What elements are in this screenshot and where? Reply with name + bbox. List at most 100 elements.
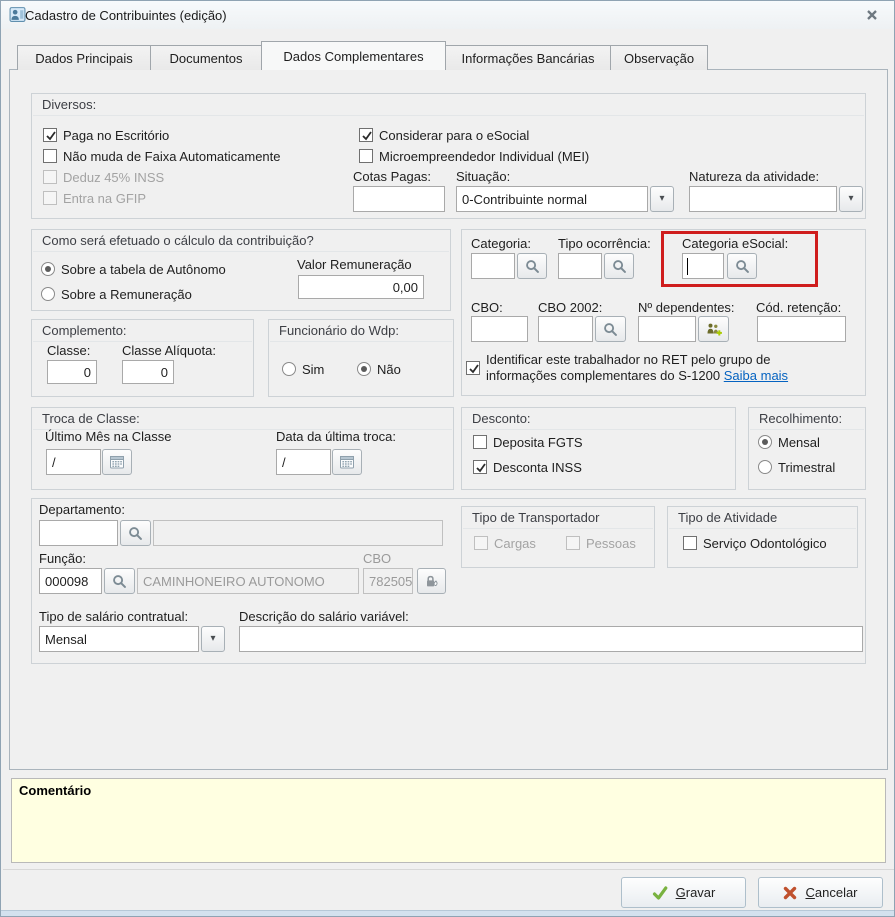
checkbox-box [466,361,480,375]
close-icon[interactable] [858,4,886,26]
checkbox-identificar-ret[interactable]: Identificar este trabalhador no RET pelo… [466,350,858,386]
group-title: Complemento: [42,323,127,338]
data-ultima-troca-calendar-button[interactable] [332,449,362,475]
group-separator [33,115,864,116]
checkbox-servico-odontologico[interactable]: Serviço Odontológico [683,535,827,551]
categoria-label: Categoria: [471,236,531,251]
radio-recolhimento-mensal[interactable]: Mensal [758,434,820,450]
checkbox-box [473,435,487,449]
radio-circle [758,435,772,449]
categoria-input[interactable] [471,253,515,279]
categoria-search-button[interactable] [517,253,547,279]
tipo-ocorrencia-input[interactable] [558,253,602,279]
title-bar: Cadastro de Contribuintes (edição) [1,1,894,29]
tab-dados-principais[interactable]: Dados Principais [17,45,151,70]
cancelar-button[interactable]: Cancelar [758,877,883,908]
desc-salario-input[interactable] [239,626,863,652]
saiba-mais-link[interactable]: Saiba mais [724,368,788,383]
radio-circle [41,287,55,301]
classe-aliquota-label: Classe Alíquota: [122,343,216,358]
checkbox-box [43,170,57,184]
checkbox-mei[interactable]: Microempreendedor Individual (MEI) [359,148,589,164]
radio-label: Sim [302,361,325,377]
dependentes-button[interactable] [698,316,729,342]
calendar-icon [110,456,124,469]
cbo-2002-search-button[interactable] [595,316,626,342]
radio-label: Sobre a tabela de Autônomo [61,261,226,277]
tipo-salario-select[interactable]: Mensal [39,626,199,652]
tab-observacao[interactable]: Observação [610,45,708,70]
natureza-atividade-select[interactable] [689,186,837,212]
departamento-input[interactable] [39,520,118,546]
radio-label: Mensal [778,434,820,450]
num-dependentes-input[interactable] [638,316,696,342]
comentario-area[interactable]: Comentário [11,778,886,863]
window-bottom-strip [1,910,894,916]
natureza-dropdown-button[interactable]: ▾ [839,186,863,212]
ultimo-mes-input[interactable]: / [46,449,101,475]
checkbox-considerar-esocial[interactable]: Considerar para o eSocial [359,127,529,143]
data-ultima-troca-input[interactable]: / [276,449,331,475]
situacao-dropdown-button[interactable]: ▾ [650,186,674,212]
tipo-ocorrencia-search-button[interactable] [604,253,634,279]
classe-aliquota-input[interactable]: 0 [122,360,174,384]
checkbox-box [43,128,57,142]
classe-input[interactable]: 0 [47,360,97,384]
checkbox-paga-no-escritorio[interactable]: Paga no Escritório [43,127,169,143]
checkbox-label: Pessoas [586,535,636,551]
gravar-label: Gravar [675,885,716,900]
tipo-salario-dropdown-button[interactable]: ▾ [201,626,225,652]
checkbox-deposita-fgts[interactable]: Deposita FGTS [473,434,583,450]
situacao-select[interactable]: 0-Contribuinte normal [456,186,648,212]
cbo-input[interactable] [471,316,528,342]
radio-wdp-nao[interactable]: Não [357,361,401,377]
ultimo-mes-calendar-button[interactable] [102,449,132,475]
search-icon [129,526,142,540]
x-icon [784,886,797,899]
radio-wdp-sim[interactable]: Sim [282,361,324,377]
checkbox-pessoas: Pessoas [566,535,636,551]
data-ultima-troca-label: Data da última troca: [276,429,396,444]
check-icon [652,885,668,900]
checkbox-label: Desconta INSS [493,459,582,475]
checkbox-box [474,536,488,550]
radio-sobre-remuneracao[interactable]: Sobre a Remuneração [41,286,192,302]
departamento-search-button[interactable] [120,520,151,546]
radio-circle [41,262,55,276]
checkbox-label: Serviço Odontológico [703,535,827,551]
cbo-2002-input[interactable] [538,316,593,342]
funcao-name-field: CAMINHONEIRO AUTONOMO [137,568,359,594]
cotas-pagas-input[interactable] [353,186,445,212]
group-title: Tipo de Atividade [678,510,778,525]
checkbox-label: Considerar para o eSocial [379,127,530,143]
gravar-button[interactable]: Gravar [621,877,746,908]
tab-dados-complementares[interactable]: Dados Complementares [261,41,446,70]
checkbox-box [473,460,487,474]
checkbox-box [359,149,373,163]
radio-sobre-tabela-autonomo[interactable]: Sobre a tabela de Autônomo [41,261,226,277]
checkbox-desconta-inss[interactable]: Desconta INSS [473,459,582,475]
tab-informacoes-bancarias[interactable]: Informações Bancárias [445,45,611,70]
cbo-lookup-button[interactable] [417,568,446,594]
tipo-ocorrencia-label: Tipo ocorrência: [558,236,651,251]
group-separator [463,429,734,430]
group-separator [463,528,653,529]
radio-recolhimento-trimestral[interactable]: Trimestral [758,459,835,475]
checkbox-cargas: Cargas [474,535,536,551]
group-title: Desconto: [472,411,531,426]
tipo-salario-label: Tipo de salário contratual: [39,609,189,624]
search-icon [525,259,539,273]
tab-documentos[interactable]: Documentos [150,45,262,70]
group-title: Diversos: [42,97,97,112]
valor-remuneracao-input[interactable]: 0,00 [298,275,424,299]
checkbox-nao-muda-faixa[interactable]: Não muda de Faixa Automaticamente [43,148,281,164]
group-funcionario-wdp: Funcionário do Wdp: [268,319,454,397]
funcao-search-button[interactable] [104,568,135,594]
search-icon [612,259,626,273]
checkbox-label: Deposita FGTS [493,434,583,450]
funcao-input[interactable]: 000098 [39,568,102,594]
checkbox-label: Entra na GFIP [63,190,147,206]
comentario-label: Comentário [19,783,92,798]
valor-remuneracao-label: Valor Remuneração [297,257,412,272]
cod-retencao-input[interactable] [757,316,846,342]
